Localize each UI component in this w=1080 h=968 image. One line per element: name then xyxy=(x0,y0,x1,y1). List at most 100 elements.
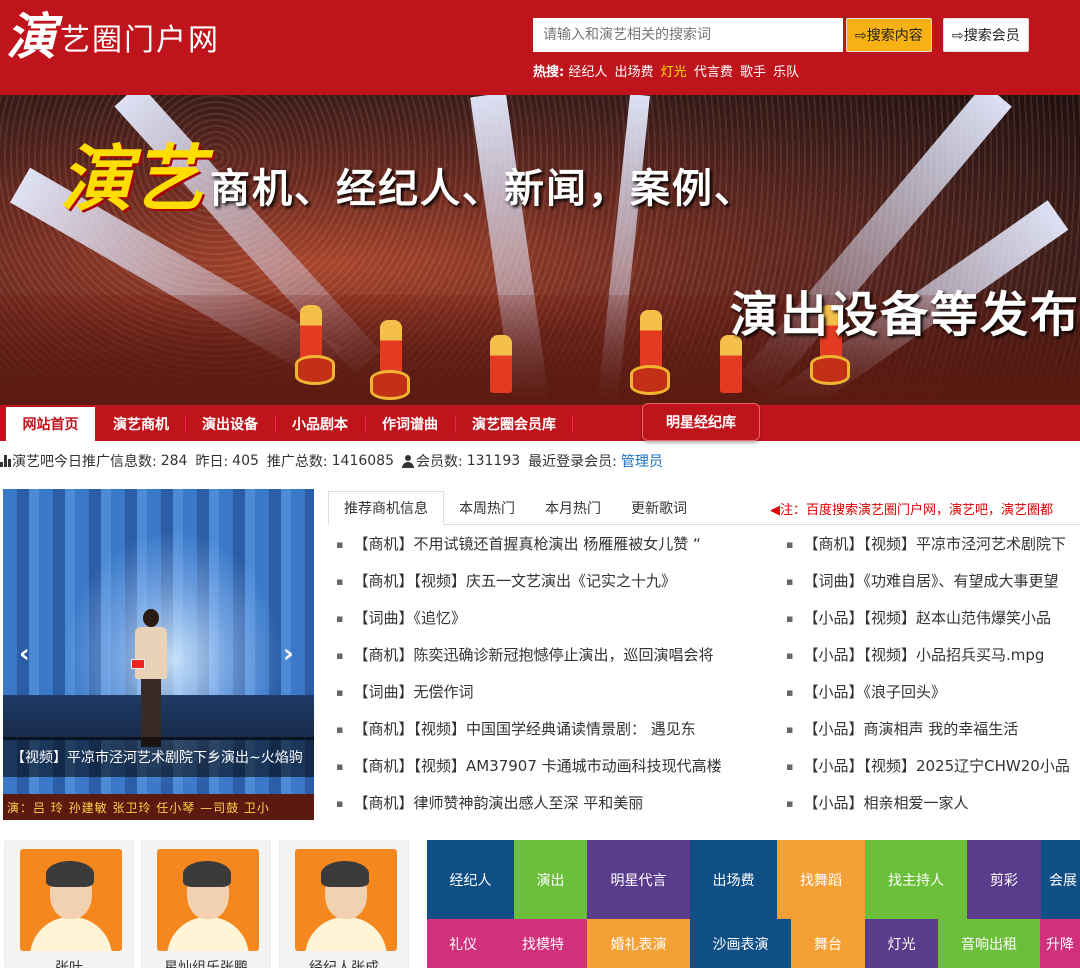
list-item[interactable]: 【词曲】《追忆》 xyxy=(336,600,768,637)
tag-link[interactable]: 音响出租 xyxy=(938,919,1040,968)
user-icon xyxy=(401,454,414,468)
slide-host-figure xyxy=(131,609,171,749)
nav-equipment[interactable]: 演出设备 xyxy=(188,407,272,441)
list-item[interactable]: 【小品】商演相声 我的幸福生活 xyxy=(786,711,1080,748)
tag-link[interactable]: 沙画表演 xyxy=(690,919,791,968)
drum xyxy=(630,365,670,395)
nav-separator xyxy=(275,415,276,433)
search-input[interactable] xyxy=(533,18,843,52)
slideshow[interactable]: ‹ › 【视频】平凉市泾河艺术剧院下乡演出~火焰驹 演：吕 玲 孙建敏 张卫玲 … xyxy=(3,489,314,820)
recent-member-link[interactable]: 管理员 xyxy=(621,451,663,471)
list-item[interactable]: 【商机】【视频】中国国学经典诵读情景剧： 遇见东 xyxy=(336,711,768,748)
stats-total-label: 推广总数: xyxy=(266,454,328,470)
list-item[interactable]: 【小品】【视频】小品招兵买马.mpg xyxy=(786,637,1080,674)
nav-business[interactable]: 演艺商机 xyxy=(99,407,183,441)
tag-link[interactable]: 找主持人 xyxy=(865,840,967,919)
tag-link[interactable]: 灯光 xyxy=(865,919,938,968)
stats-members-label: 会员数: xyxy=(415,454,463,470)
nav-star-agency[interactable]: 明星经纪库 xyxy=(642,403,760,441)
tab-lyrics-updates[interactable]: 更新歌词 xyxy=(616,491,702,525)
stats-total: 1416085 xyxy=(331,453,394,469)
stats-today: 284 xyxy=(160,453,188,469)
nav-separator xyxy=(572,415,573,433)
banner[interactable]: 演艺 商机、经纪人、新闻，案例、 演出设备等发布平 xyxy=(0,95,1080,405)
logo-big-char: 演 xyxy=(6,7,56,66)
news-list-left: 【商机】不用试镜还首握真枪演出 杨雁雁被女儿赞 “ 【商机】【视频】庆五一文艺演… xyxy=(336,526,768,822)
nav-separator xyxy=(185,415,186,433)
list-item[interactable]: 【小品】《浪子回头》 xyxy=(786,674,1080,711)
hot-searches: 热搜: 经纪人 出场费 灯光 代言费 歌手 乐队 xyxy=(533,61,802,80)
list-item[interactable]: 【词曲】无偿作词 xyxy=(336,674,768,711)
list-item[interactable]: 【商机】不用试镜还首握真枪演出 杨雁雁被女儿赞 “ xyxy=(336,526,768,563)
hot-link[interactable]: 灯光 xyxy=(661,65,687,80)
chart-icon xyxy=(0,455,12,467)
tab-recommended[interactable]: 推荐商机信息 xyxy=(328,491,444,525)
hot-link[interactable]: 乐队 xyxy=(773,65,799,80)
hot-link[interactable]: 经纪人 xyxy=(568,65,607,80)
header: 演 艺圈门户网 ⇨搜索内容 ⇨搜索会员 热搜: 经纪人 出场费 灯光 代言费 歌… xyxy=(0,0,1080,95)
tag-link[interactable]: 婚礼表演 xyxy=(587,919,690,968)
slide-prev-arrow[interactable]: ‹ xyxy=(19,639,30,669)
hot-link[interactable]: 歌手 xyxy=(740,65,766,80)
stats-members: 131193 xyxy=(466,453,521,469)
member-name: 张叶 xyxy=(55,960,83,968)
search-member-button[interactable]: ⇨搜索会员 xyxy=(943,18,1029,52)
banner-big-text: 演艺 xyxy=(60,136,205,221)
stats-yesterday-label: 昨日: xyxy=(195,454,229,470)
stats-recent-label: 最近登录会员: xyxy=(528,454,617,470)
logo-text: 艺圈门户网 xyxy=(60,23,220,58)
avatar xyxy=(295,849,397,951)
tag-link[interactable]: 舞台 xyxy=(791,919,865,968)
hot-link[interactable]: 出场费 xyxy=(615,65,654,80)
hot-link[interactable]: 代言费 xyxy=(694,65,733,80)
banner-title: 演艺 商机、经纪人、新闻，案例、 xyxy=(60,143,756,215)
tag-link[interactable]: 明星代言 xyxy=(587,840,690,919)
site-logo[interactable]: 演 艺圈门户网 xyxy=(6,8,220,66)
stats-today-label: 演艺吧今日推广信息数: xyxy=(12,454,157,470)
list-item[interactable]: 【词曲】《功难自居》、有望成大事更望 xyxy=(786,563,1080,600)
nav-home[interactable]: 网站首页 xyxy=(6,407,95,441)
stats-yesterday: 405 xyxy=(232,453,259,469)
member-card[interactable]: 张叶 xyxy=(4,840,134,968)
tag-link[interactable]: 剪彩 xyxy=(967,840,1041,919)
nav-members[interactable]: 演艺圈会员库 xyxy=(458,407,570,441)
list-item[interactable]: 【商机】【视频】庆五一文艺演出《记实之十九》 xyxy=(336,563,768,600)
tag-link[interactable]: 经纪人 xyxy=(427,840,514,919)
banner-text: 商机、经纪人、新闻，案例、 xyxy=(210,166,757,212)
member-card[interactable]: 经纪人张成 xyxy=(279,840,409,968)
tag-link[interactable]: 会展 xyxy=(1041,840,1080,919)
tag-link[interactable]: 找舞蹈 xyxy=(777,840,865,919)
slide-credits: 演：吕 玲 孙建敏 张卫玲 任小琴 —司鼓 卫小 xyxy=(3,794,314,820)
list-item[interactable]: 【商机】【视频】AM37907 卡通城市动画科技现代高楼 xyxy=(336,748,768,785)
list-item[interactable]: 【小品】【视频】赵本山范伟爆笑小品 xyxy=(786,600,1080,637)
list-item[interactable]: 【商机】律师赞神韵演出感人至深 平和美丽 xyxy=(336,785,768,822)
tag-link[interactable]: 出场费 xyxy=(690,840,777,919)
nav-lyrics[interactable]: 作词谱曲 xyxy=(368,407,452,441)
nav-separator xyxy=(365,415,366,433)
slide-caption[interactable]: 【视频】平凉市泾河艺术剧院下乡演出~火焰驹 xyxy=(3,737,314,777)
member-name: 经纪人张成 xyxy=(309,960,379,968)
notice-text: ◀注：百度搜索演艺圈门户网，演艺吧，演艺圈都 xyxy=(770,503,1053,518)
tag-link[interactable]: 找模特 xyxy=(499,919,587,968)
performer xyxy=(490,335,512,393)
member-card[interactable]: 星灿组乐张鹏 xyxy=(141,840,271,968)
list-item[interactable]: 【商机】【视频】平凉市泾河艺术剧院下 xyxy=(786,526,1080,563)
drum xyxy=(295,355,335,385)
tag-link[interactable]: 升降 xyxy=(1040,919,1080,968)
tag-link[interactable]: 礼仪 xyxy=(427,919,499,968)
list-item[interactable]: 【小品】相亲相爱一家人 xyxy=(786,785,1080,822)
nav-skit[interactable]: 小品剧本 xyxy=(278,407,362,441)
main-nav: 网站首页 演艺商机 演出设备 小品剧本 作词谱曲 演艺圈会员库 明星经纪库 xyxy=(0,403,1080,441)
tag-link[interactable]: 演出 xyxy=(514,840,587,919)
list-item[interactable]: 【小品】【视频】2025辽宁CHW20小品 xyxy=(786,748,1080,785)
drum xyxy=(370,370,410,400)
member-name: 星灿组乐张鹏 xyxy=(164,960,248,968)
tab-monthly-hot[interactable]: 本月热门 xyxy=(530,491,616,525)
nav-separator xyxy=(455,415,456,433)
drum xyxy=(810,355,850,385)
slide-next-arrow[interactable]: › xyxy=(283,639,294,669)
banner-subtext: 演出设备等发布平 xyxy=(730,287,1080,343)
tab-weekly-hot[interactable]: 本周热门 xyxy=(444,491,530,525)
list-item[interactable]: 【商机】陈奕迅确诊新冠抱憾停止演出，巡回演唱会将 xyxy=(336,637,768,674)
search-content-button[interactable]: ⇨搜索内容 xyxy=(846,18,932,52)
